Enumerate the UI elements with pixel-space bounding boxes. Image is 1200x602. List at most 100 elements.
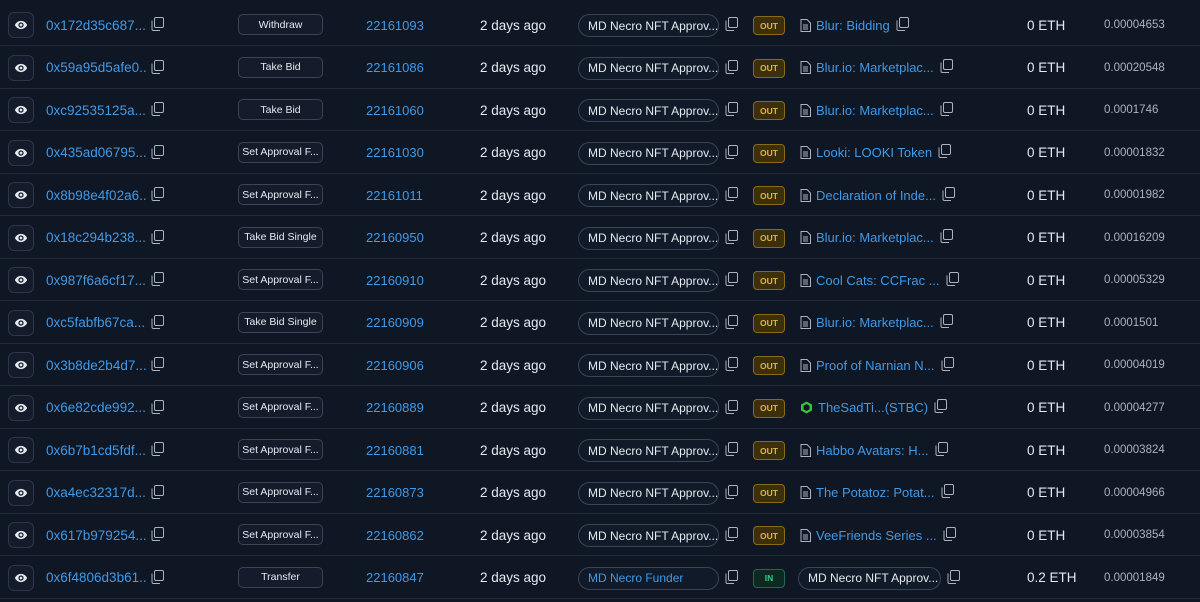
to-address-link[interactable]: Proof of Narnian N...	[816, 358, 935, 373]
from-address-pill[interactable]: MD Necro NFT Approv...	[578, 141, 719, 165]
copy-hash-button[interactable]	[151, 144, 164, 164]
tx-hash-link[interactable]: 0x3b8de2b4d7...	[46, 358, 146, 373]
to-address-link[interactable]: Blur.io: Marketplac...	[816, 230, 934, 245]
to-address-link[interactable]: Declaration of Inde...	[816, 188, 936, 203]
view-details-button[interactable]	[8, 352, 34, 378]
copy-to-button[interactable]	[940, 229, 953, 246]
tx-hash-link[interactable]: 0xa4ec32317d...	[46, 485, 146, 500]
copy-hash-button[interactable]	[151, 484, 164, 504]
view-details-button[interactable]	[8, 224, 34, 251]
block-link[interactable]: 22160909	[366, 315, 424, 330]
view-details-button[interactable]	[8, 479, 34, 506]
to-address-link[interactable]: VeeFriends Series ...	[816, 528, 937, 543]
view-details-button[interactable]	[8, 139, 34, 166]
tx-hash-link[interactable]: 0x59a95d5afe0...	[46, 60, 146, 75]
copy-from-button[interactable]	[725, 357, 738, 376]
from-address-pill[interactable]: MD Necro NFT Approv...	[578, 14, 719, 37]
copy-hash-button[interactable]	[151, 399, 164, 419]
copy-from-button[interactable]	[725, 314, 738, 334]
copy-to-button[interactable]	[942, 186, 955, 204]
block-link[interactable]: 22161030	[366, 145, 424, 160]
to-address-link[interactable]: Blur: Bidding	[816, 18, 890, 33]
tx-hash-link[interactable]: 0x8b98e4f02a6...	[46, 188, 146, 203]
tx-hash-link[interactable]: 0x435ad06795...	[46, 145, 146, 160]
from-address-pill[interactable]: MD Necro NFT Approv...	[578, 269, 719, 292]
copy-hash-button[interactable]	[151, 187, 164, 206]
copy-hash-button[interactable]	[151, 357, 164, 376]
copy-to-button[interactable]	[946, 271, 959, 289]
from-address-pill[interactable]: MD Necro NFT Approv...	[578, 99, 719, 122]
copy-hash-button[interactable]	[151, 314, 164, 334]
from-address-pill[interactable]: MD Necro NFT Approv...	[578, 481, 719, 505]
tx-hash-link[interactable]: 0xc92535125a...	[46, 103, 146, 118]
copy-from-button[interactable]	[725, 144, 738, 164]
block-link[interactable]: 22160910	[366, 273, 424, 288]
block-link[interactable]: 22160847	[366, 570, 424, 585]
from-address-pill[interactable]: MD Necro Funder	[578, 566, 719, 590]
copy-to-button[interactable]	[943, 526, 956, 544]
copy-from-button[interactable]	[725, 17, 738, 36]
to-address-link[interactable]: TheSadTi...(STBC)	[818, 400, 928, 415]
copy-from-button[interactable]	[725, 527, 738, 546]
from-address-pill[interactable]: MD Necro NFT Approv...	[578, 396, 719, 420]
view-details-button[interactable]	[8, 309, 34, 336]
view-details-button[interactable]	[8, 182, 34, 208]
to-address-link[interactable]: Blur.io: Marketplac...	[816, 315, 934, 330]
copy-to-button[interactable]	[940, 314, 953, 331]
from-address-pill[interactable]: MD Necro NFT Approv...	[578, 354, 719, 377]
block-link[interactable]: 22161093	[366, 18, 424, 33]
copy-from-button[interactable]	[725, 187, 738, 206]
copy-hash-button[interactable]	[151, 442, 164, 461]
copy-to-button[interactable]	[896, 16, 909, 34]
tx-hash-link[interactable]: 0x617b979254...	[46, 528, 146, 543]
copy-to-button[interactable]	[940, 101, 953, 119]
copy-to-button[interactable]	[941, 356, 954, 374]
to-address-link[interactable]: Cool Cats: CCFrac ...	[816, 273, 940, 288]
copy-hash-button[interactable]	[151, 527, 164, 546]
view-details-button[interactable]	[8, 394, 34, 421]
tx-hash-link[interactable]: 0x6e82cde992...	[46, 400, 146, 415]
copy-hash-button[interactable]	[151, 272, 164, 291]
view-details-button[interactable]	[8, 54, 34, 81]
view-details-button[interactable]	[8, 97, 34, 123]
to-address-link[interactable]: The Potatoz: Potat...	[816, 485, 935, 500]
copy-to-button[interactable]	[935, 441, 948, 459]
copy-from-button[interactable]	[725, 229, 738, 249]
tx-hash-link[interactable]: 0x6f4806d3b61...	[46, 570, 146, 585]
to-address-link[interactable]: Habbo Avatars: H...	[816, 443, 929, 458]
block-link[interactable]: 22160881	[366, 443, 424, 458]
view-details-button[interactable]	[8, 564, 34, 591]
copy-from-button[interactable]	[725, 59, 738, 79]
view-details-button[interactable]	[8, 522, 34, 548]
copy-hash-button[interactable]	[151, 17, 164, 36]
block-link[interactable]: 22160950	[366, 230, 424, 245]
copy-from-button[interactable]	[725, 272, 738, 291]
to-address-pill[interactable]: MD Necro NFT Approv...	[798, 566, 941, 590]
copy-hash-button[interactable]	[151, 59, 164, 79]
copy-from-button[interactable]	[725, 442, 738, 461]
block-link[interactable]: 22161086	[366, 60, 424, 75]
from-address-pill[interactable]: MD Necro NFT Approv...	[578, 524, 719, 547]
to-address-link[interactable]: Blur.io: Marketplac...	[816, 60, 934, 75]
block-link[interactable]: 22161011	[366, 188, 423, 203]
tx-hash-link[interactable]: 0x987f6a6cf17...	[46, 273, 146, 288]
copy-to-button[interactable]	[941, 484, 954, 501]
block-link[interactable]: 22160906	[366, 358, 424, 373]
tx-hash-link[interactable]: 0x18c294b238...	[46, 230, 146, 245]
copy-from-button[interactable]	[725, 569, 738, 589]
copy-hash-button[interactable]	[151, 102, 164, 121]
copy-hash-button[interactable]	[151, 229, 164, 249]
from-address-pill[interactable]: MD Necro NFT Approv...	[578, 184, 719, 207]
view-details-button[interactable]	[8, 437, 34, 463]
copy-to-button[interactable]	[938, 144, 952, 161]
from-address-pill[interactable]: MD Necro NFT Approv...	[578, 311, 719, 335]
block-link[interactable]: 22161060	[366, 103, 424, 118]
copy-to-button[interactable]	[940, 59, 953, 76]
copy-from-button[interactable]	[725, 484, 738, 504]
copy-hash-button[interactable]	[151, 569, 164, 589]
copy-from-button[interactable]	[725, 102, 738, 121]
from-address-pill[interactable]: MD Necro NFT Approv...	[578, 439, 719, 462]
tx-hash-link[interactable]: 0xc5fabfb67ca...	[46, 315, 145, 330]
to-address-link[interactable]: Looki: LOOKI Token	[816, 145, 932, 160]
block-link[interactable]: 22160889	[366, 400, 424, 415]
